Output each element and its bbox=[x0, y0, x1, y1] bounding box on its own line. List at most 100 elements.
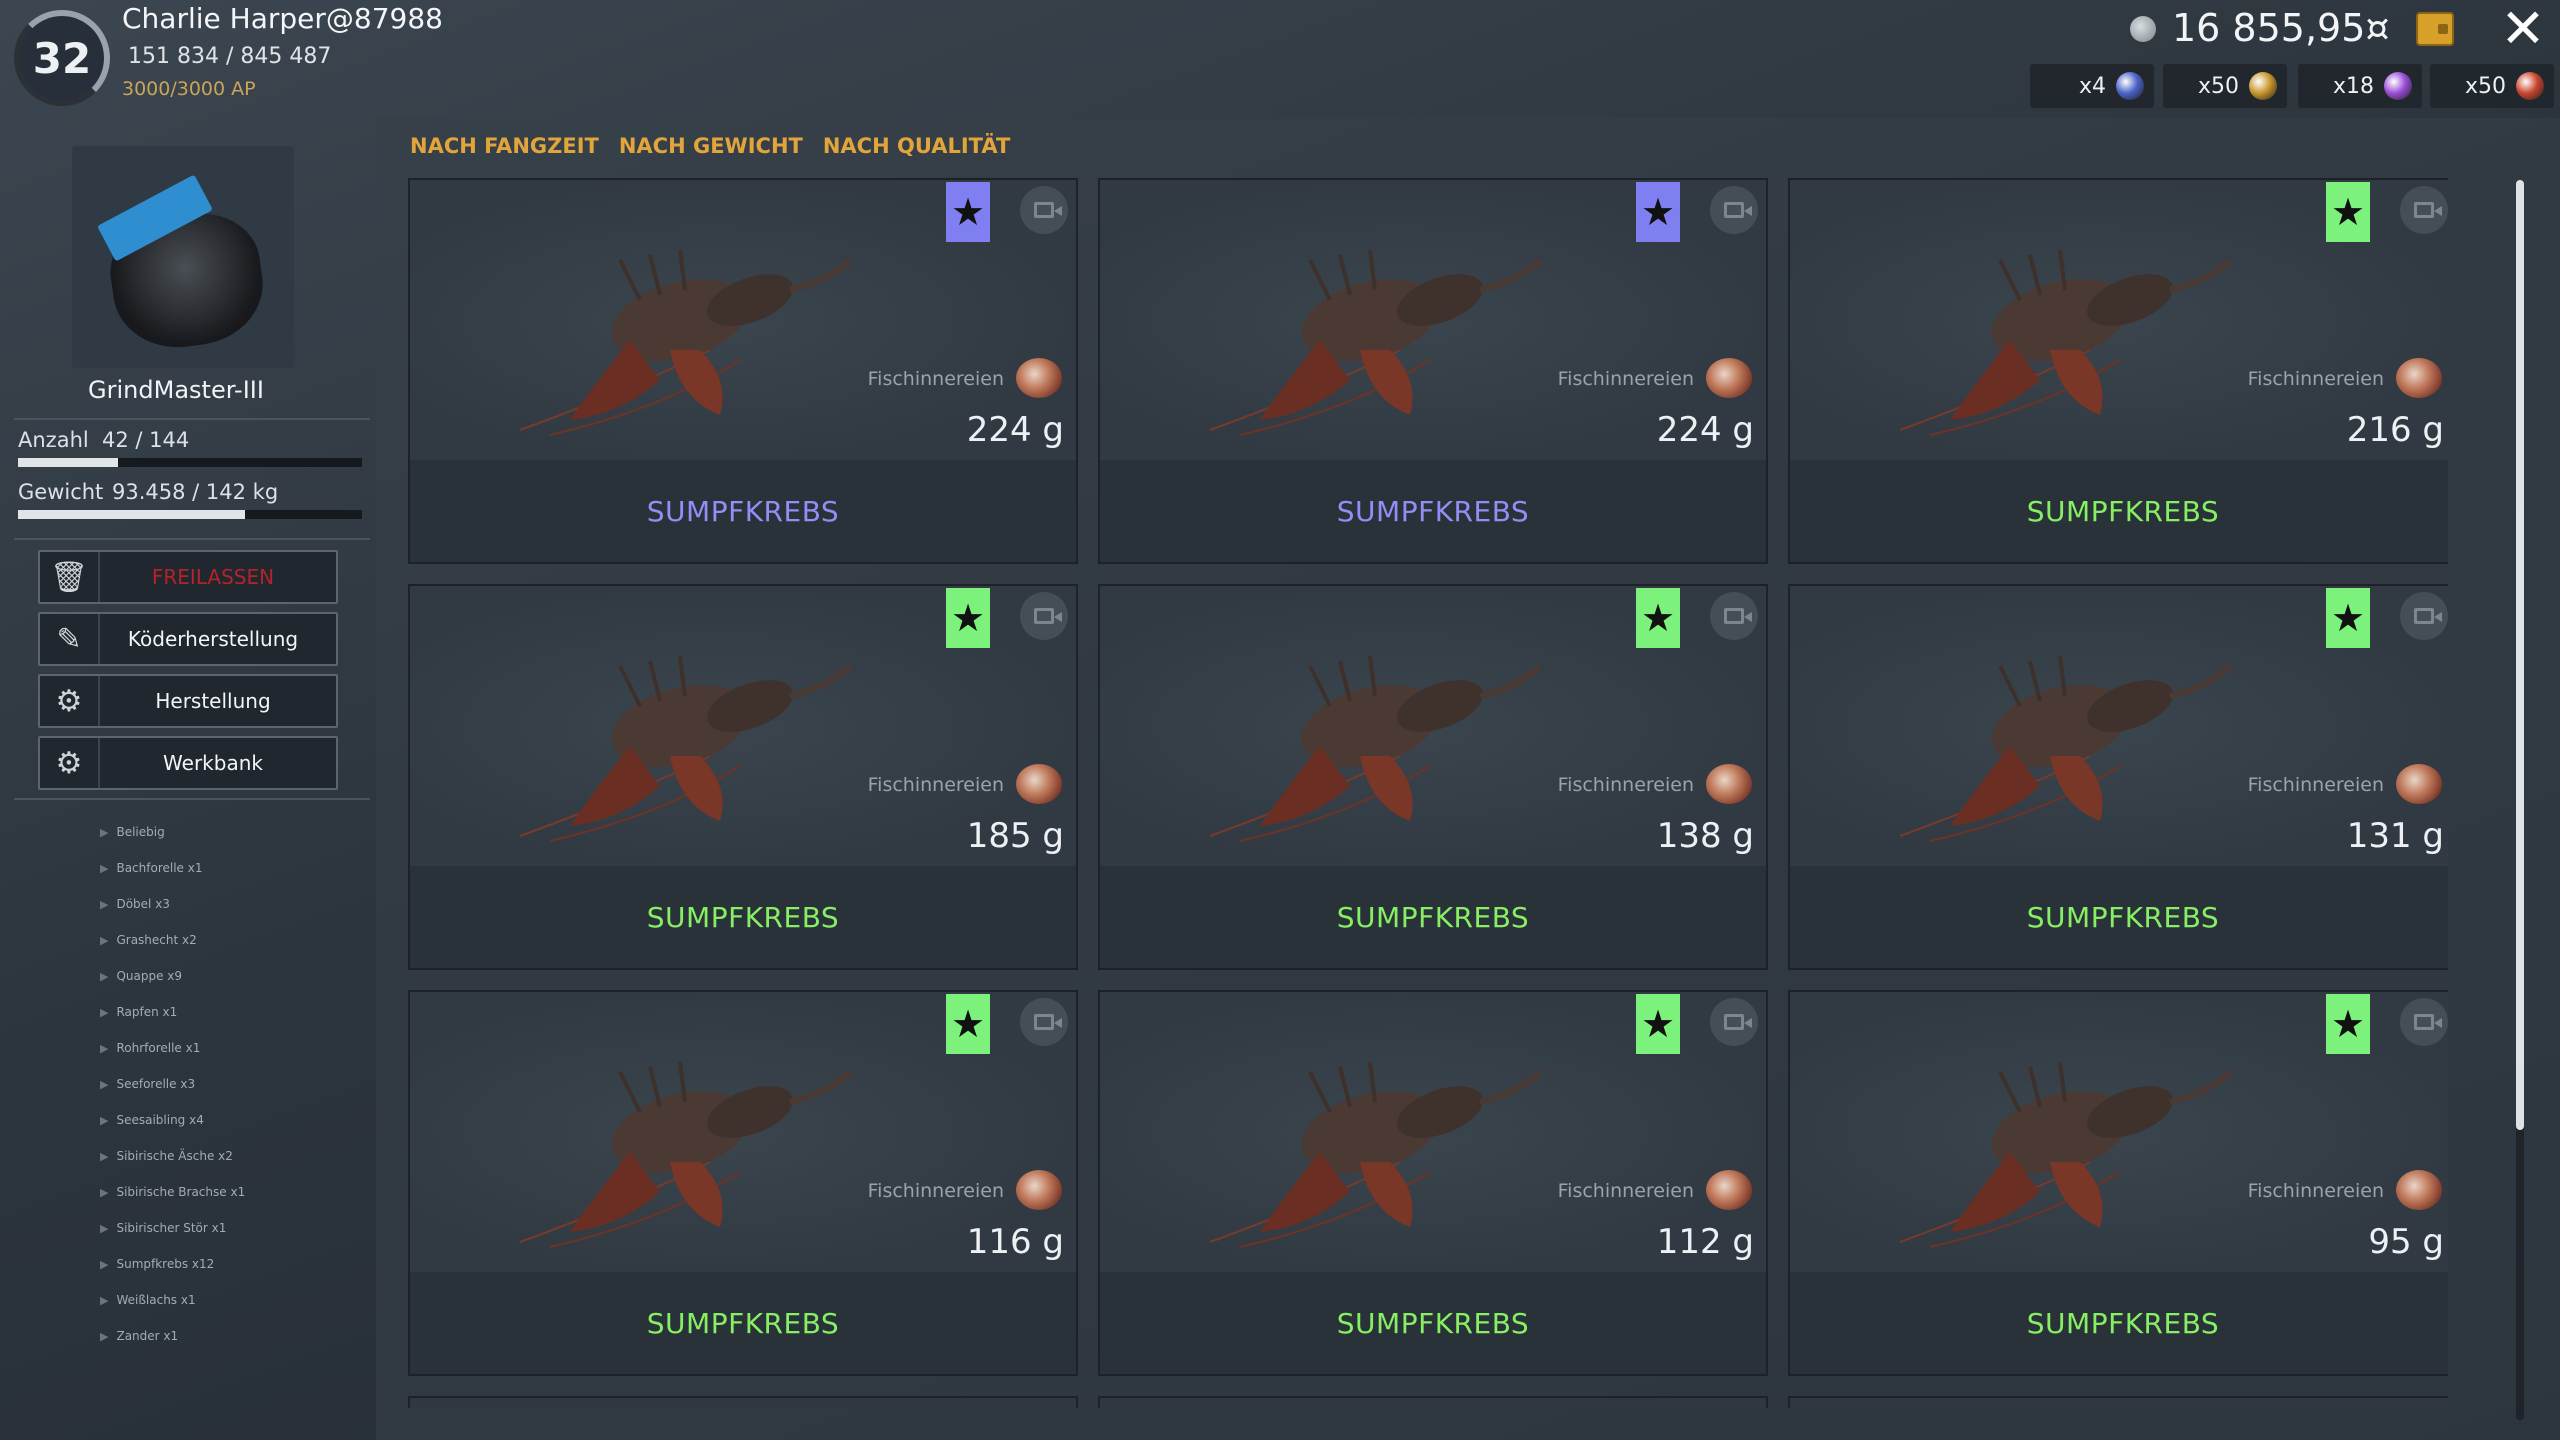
catch-card[interactable]: ★ Fischinnereien 216 g SUMPFKREBS bbox=[1788, 178, 2448, 564]
catch-card[interactable]: ★ Fischinnereien 95 g SUMPFKREBS bbox=[1788, 990, 2448, 1376]
video-camera-icon[interactable] bbox=[1020, 592, 1068, 640]
wallet-icon[interactable] bbox=[2416, 12, 2454, 46]
catch-weight: 224 g bbox=[1656, 410, 1754, 450]
species-list-item[interactable]: ▶ Döbel x3 bbox=[100, 886, 370, 922]
divider bbox=[14, 418, 370, 420]
catch-card[interactable]: ★ Fischinnereien 138 g SUMPFKREBS bbox=[1098, 584, 1768, 970]
workbench-icon: ⚙ bbox=[40, 738, 100, 788]
species-list-item[interactable]: ▶ Beliebig bbox=[100, 814, 370, 850]
bait-count: x18 bbox=[2332, 73, 2374, 99]
video-camera-icon[interactable] bbox=[2400, 186, 2448, 234]
gear-icon: ⚙ bbox=[40, 676, 100, 726]
species-label: Grashecht x2 bbox=[116, 933, 197, 947]
video-camera-icon[interactable] bbox=[1710, 592, 1758, 640]
close-button[interactable]: ✕ bbox=[2496, 2, 2550, 56]
crafting-button[interactable]: ⚙ Herstellung bbox=[38, 674, 338, 728]
release-button[interactable]: 🗑 FREILASSEN bbox=[38, 550, 338, 604]
star-icon[interactable]: ★ bbox=[2326, 588, 2370, 648]
video-camera-icon[interactable] bbox=[1710, 186, 1758, 234]
catch-card-partial[interactable] bbox=[408, 1396, 1078, 1408]
species-list-item[interactable]: ▶ Sibirische Äsche x2 bbox=[100, 1138, 370, 1174]
catch-card-partial[interactable] bbox=[1788, 1396, 2448, 1408]
expand-arrow-icon: ▶ bbox=[100, 1257, 109, 1271]
video-camera-icon[interactable] bbox=[2400, 592, 2448, 640]
catch-card[interactable]: ★ Fischinnereien 185 g SUMPFKREBS bbox=[408, 584, 1078, 970]
species-list-item[interactable]: ▶ Bachforelle x1 bbox=[100, 850, 370, 886]
bait-counter: x50 bbox=[2430, 64, 2554, 108]
lure-icon: ✎ bbox=[40, 614, 100, 664]
bait-count: x4 bbox=[2078, 73, 2106, 99]
scrollbar[interactable] bbox=[2516, 180, 2524, 1420]
star-icon[interactable]: ★ bbox=[1636, 994, 1680, 1054]
star-icon[interactable]: ★ bbox=[946, 588, 990, 648]
expand-arrow-icon: ▶ bbox=[100, 969, 109, 983]
sort-by-catch-time[interactable]: NACH FANGZEIT bbox=[410, 134, 599, 158]
species-list-item[interactable]: ▶ Sibirischer Stör x1 bbox=[100, 1210, 370, 1246]
catch-card[interactable]: ★ Fischinnereien 112 g SUMPFKREBS bbox=[1098, 990, 1768, 1376]
bait-label: Fischinnereien bbox=[867, 368, 1004, 390]
species-label: Sibirische Äsche x2 bbox=[116, 1149, 233, 1163]
star-icon[interactable]: ★ bbox=[946, 994, 990, 1054]
card-name-area: SUMPFKREBS bbox=[410, 1272, 1076, 1374]
fish-guts-bait-icon bbox=[2396, 764, 2442, 804]
catch-name: SUMPFKREBS bbox=[2026, 1306, 2220, 1340]
species-list-item[interactable]: ▶ Sibirische Brachse x1 bbox=[100, 1174, 370, 1210]
star-icon[interactable]: ★ bbox=[1636, 588, 1680, 648]
species-label: Beliebig bbox=[116, 825, 165, 839]
bait-count: x50 bbox=[2197, 73, 2239, 99]
video-camera-icon[interactable] bbox=[1020, 186, 1068, 234]
catch-card-partial[interactable] bbox=[1098, 1396, 1768, 1408]
star-icon[interactable]: ★ bbox=[2326, 182, 2370, 242]
count-value: 42 / 144 bbox=[102, 428, 190, 452]
catch-weight: 185 g bbox=[966, 816, 1064, 856]
coin-icon bbox=[2130, 16, 2156, 42]
star-icon[interactable]: ★ bbox=[1636, 182, 1680, 242]
card-image-area: ★ Fischinnereien 95 g bbox=[1790, 992, 2448, 1272]
video-camera-icon[interactable] bbox=[1710, 998, 1758, 1046]
bait-icon bbox=[2249, 72, 2277, 100]
catch-weight: 112 g bbox=[1656, 1222, 1754, 1262]
card-image-area: ★ Fischinnereien 112 g bbox=[1100, 992, 1766, 1272]
scrollbar-thumb[interactable] bbox=[2516, 180, 2524, 1130]
expand-arrow-icon: ▶ bbox=[100, 1077, 109, 1091]
catch-name: SUMPFKREBS bbox=[646, 900, 840, 934]
species-label: Sibirischer Stör x1 bbox=[116, 1221, 227, 1235]
card-name-area: SUMPFKREBS bbox=[1100, 460, 1766, 562]
lure-crafting-button[interactable]: ✎ Köderherstellung bbox=[38, 612, 338, 666]
catch-card[interactable]: ★ Fischinnereien 224 g SUMPFKREBS bbox=[1098, 178, 1768, 564]
star-icon[interactable]: ★ bbox=[2326, 994, 2370, 1054]
species-list-item[interactable]: ▶ Seesaibling x4 bbox=[100, 1102, 370, 1138]
lure-crafting-button-label: Köderherstellung bbox=[127, 627, 299, 651]
player-name: Charlie Harper@87988 bbox=[122, 2, 443, 35]
catch-weight: 116 g bbox=[966, 1222, 1064, 1262]
crayfish-image bbox=[519, 249, 853, 436]
sort-by-quality[interactable]: NACH QUALITÄT bbox=[823, 134, 1010, 158]
species-list-item[interactable]: ▶ Grashecht x2 bbox=[100, 922, 370, 958]
species-label: Seesaibling x4 bbox=[116, 1113, 204, 1127]
expand-arrow-icon: ▶ bbox=[100, 897, 109, 911]
workbench-button[interactable]: ⚙ Werkbank bbox=[38, 736, 338, 790]
species-list-item[interactable]: ▶ Zander x1 bbox=[100, 1318, 370, 1354]
crayfish-image bbox=[1209, 655, 1543, 842]
count-bar bbox=[18, 458, 362, 467]
card-image-area: ★ Fischinnereien 216 g bbox=[1790, 180, 2448, 460]
catch-card[interactable]: ★ Fischinnereien 116 g SUMPFKREBS bbox=[408, 990, 1078, 1376]
fish-guts-bait-icon bbox=[1016, 764, 1062, 804]
catch-card[interactable]: ★ Fischinnereien 224 g SUMPFKREBS bbox=[408, 178, 1078, 564]
expand-arrow-icon: ▶ bbox=[100, 1113, 109, 1127]
video-camera-icon[interactable] bbox=[2400, 998, 2448, 1046]
video-camera-icon[interactable] bbox=[1020, 998, 1068, 1046]
star-icon[interactable]: ★ bbox=[946, 182, 990, 242]
species-list-item[interactable]: ▶ Weißlachs x1 bbox=[100, 1282, 370, 1318]
species-list-item[interactable]: ▶ Sumpfkrebs x12 bbox=[100, 1246, 370, 1282]
expand-arrow-icon: ▶ bbox=[100, 825, 109, 839]
species-list-item[interactable]: ▶ Rohrforelle x1 bbox=[100, 1030, 370, 1066]
sort-by-weight[interactable]: NACH GEWICHT bbox=[619, 134, 803, 158]
species-list-item[interactable]: ▶ Quappe x9 bbox=[100, 958, 370, 994]
card-name-area: SUMPFKREBS bbox=[1100, 866, 1766, 968]
catch-card[interactable]: ★ Fischinnereien 131 g SUMPFKREBS bbox=[1788, 584, 2448, 970]
species-label: Sumpfkrebs x12 bbox=[116, 1257, 215, 1271]
species-list-item[interactable]: ▶ Seeforelle x3 bbox=[100, 1066, 370, 1102]
crayfish-image bbox=[1209, 1061, 1543, 1248]
species-list-item[interactable]: ▶ Rapfen x1 bbox=[100, 994, 370, 1030]
